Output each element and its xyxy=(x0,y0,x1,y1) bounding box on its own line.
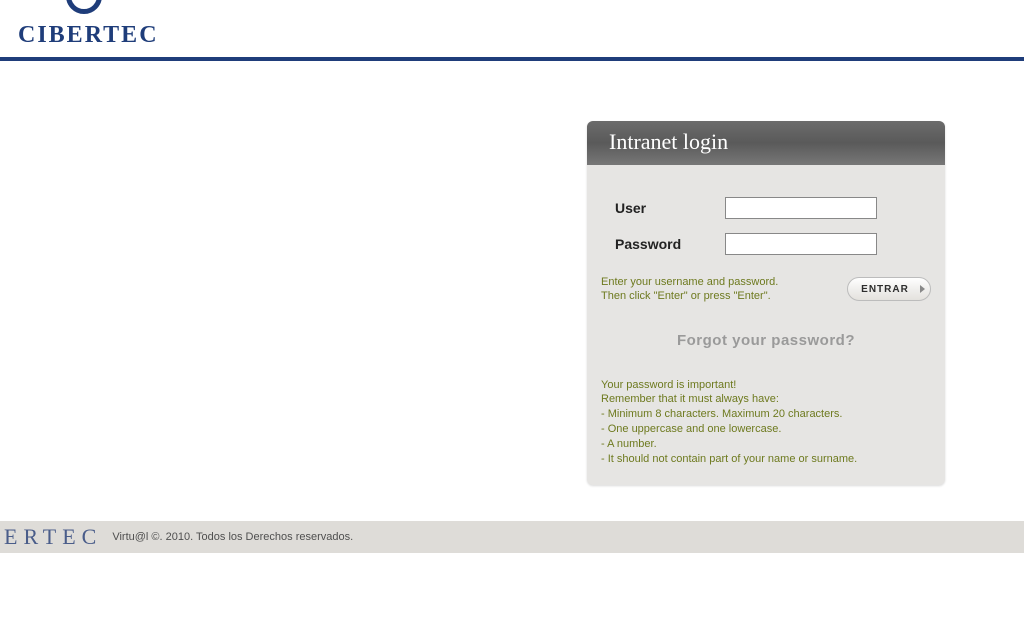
content-area: Intranet login User Password Enter your … xyxy=(0,61,1024,501)
login-panel: Intranet login User Password Enter your … xyxy=(587,121,945,485)
brand-logo: CIBERTEC xyxy=(18,0,1024,49)
footer-copyright: Virtu@l ©. 2010. Todos los Derechos rese… xyxy=(112,531,353,543)
user-label: User xyxy=(615,200,725,216)
password-label: Password xyxy=(615,236,725,252)
footer-brand-fragment: ERTEC xyxy=(4,524,102,550)
hint-row: Enter your username and password. Then c… xyxy=(601,275,931,304)
login-title: Intranet login xyxy=(587,121,945,165)
submit-button[interactable]: ENTRAR xyxy=(847,277,931,301)
rule-item: - It should not contain part of your nam… xyxy=(601,453,857,465)
rule-item: - One uppercase and one lowercase. xyxy=(601,423,781,435)
brand-icon xyxy=(62,0,106,20)
brand-name: CIBERTEC xyxy=(18,22,159,49)
password-input[interactable] xyxy=(725,233,877,255)
footer: ERTEC Virtu@l ©. 2010. Todos los Derecho… xyxy=(0,521,1024,553)
user-input[interactable] xyxy=(725,197,877,219)
rules-heading: Your password is important! xyxy=(601,379,736,391)
hint-line-1: Enter your username and password. xyxy=(601,276,778,288)
forgot-row: Forgot your password? xyxy=(601,332,931,350)
password-rules: Your password is important! Remember tha… xyxy=(601,378,931,467)
header: CIBERTEC xyxy=(0,0,1024,61)
login-body: User Password Enter your username and pa… xyxy=(587,165,945,485)
rule-item: - Minimum 8 characters. Maximum 20 chara… xyxy=(601,408,842,420)
login-hint: Enter your username and password. Then c… xyxy=(601,275,778,304)
rule-item: - A number. xyxy=(601,438,657,450)
password-row: Password xyxy=(615,233,931,255)
hint-line-2: Then click "Enter" or press "Enter". xyxy=(601,290,771,302)
rules-sub: Remember that it must always have: xyxy=(601,393,779,405)
user-row: User xyxy=(615,197,931,219)
forgot-password-link[interactable]: Forgot your password? xyxy=(677,332,855,349)
